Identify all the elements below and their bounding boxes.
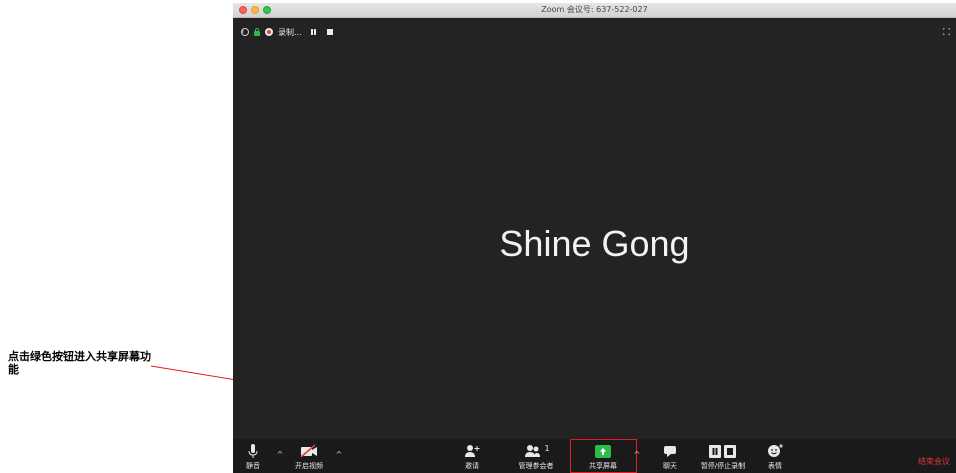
participants-icon: 1 — [506, 443, 566, 459]
recording-status: 录制... — [278, 27, 302, 37]
chat-label: 聊天 — [663, 462, 677, 470]
manage-participants-button[interactable]: 1 管理参会者 — [506, 439, 566, 473]
info-icon[interactable]: i — [241, 28, 249, 36]
mic-icon — [223, 443, 283, 459]
start-video-label: 开启视频 — [295, 462, 323, 470]
annotation-text: 点击绿色按钮进入共享屏幕功能 — [8, 351, 151, 376]
invite-icon — [442, 443, 502, 459]
mute-label: 静音 — [246, 462, 260, 470]
participant-count: 1 — [544, 443, 550, 453]
pause-stop-recording-button[interactable]: 暂停/停止录制 — [693, 439, 753, 473]
reactions-button[interactable]: 表情 — [745, 439, 805, 473]
participant-name: Shine Gong — [499, 223, 690, 264]
pause-recording-icon[interactable] — [310, 29, 316, 35]
manage-participants-label: 管理参会者 — [518, 462, 554, 470]
record-icon — [265, 28, 273, 36]
mute-button[interactable]: 静音 — [223, 439, 283, 473]
pause-stop-recording-label: 暂停/停止录制 — [700, 462, 746, 470]
title-bar: Zoom 会议号: 637-522-027 — [233, 3, 956, 18]
start-video-button[interactable]: 开启视频 — [279, 439, 339, 473]
reactions-label: 表情 — [768, 462, 782, 470]
share-highlight-box — [570, 439, 637, 473]
invite-label: 邀请 — [465, 462, 479, 470]
meeting-toolbar: 静音 ^ 开启视频 ^ 邀请 1 管理参会者 共享屏幕 ^ 聊天 暂停/停止录制… — [233, 439, 956, 473]
end-meeting-button[interactable]: 结束会议 — [918, 456, 950, 467]
zoom-meeting-window: Zoom 会议号: 637-522-027 i 录制... Shine Gong — [233, 3, 956, 473]
reaction-icon — [745, 443, 805, 459]
meeting-status-strip: i 录制... — [241, 26, 333, 38]
invite-button[interactable]: 邀请 — [442, 439, 502, 473]
stop-recording-icon[interactable] — [326, 29, 333, 35]
chat-button[interactable]: 聊天 — [640, 439, 700, 473]
record-controls-icon — [693, 443, 753, 459]
lock-icon[interactable] — [254, 28, 260, 36]
window-title: Zoom 会议号: 637-522-027 — [541, 5, 648, 14]
fullscreen-icon[interactable] — [943, 28, 950, 35]
video-options-caret[interactable]: ^ — [335, 451, 343, 459]
chat-icon — [640, 443, 700, 459]
video-off-icon — [279, 443, 339, 459]
